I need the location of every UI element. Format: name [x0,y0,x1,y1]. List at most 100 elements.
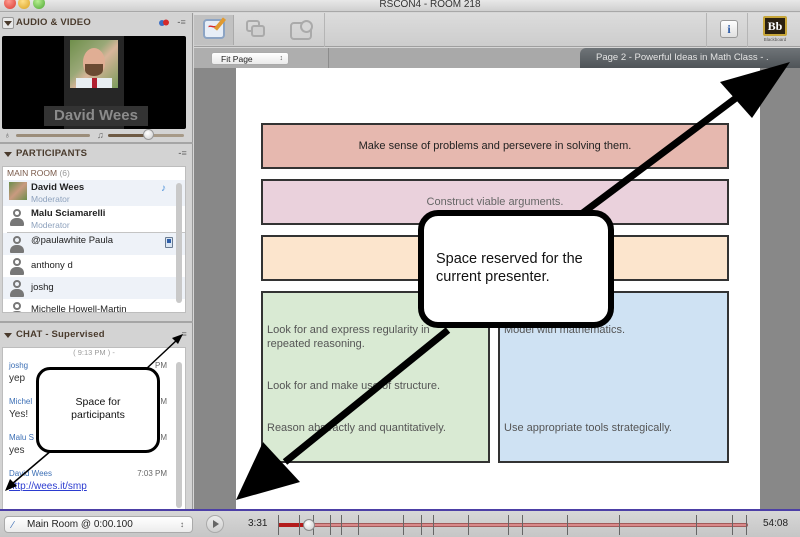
collapse-toggle[interactable] [2,17,14,29]
end-time: 54:08 [763,518,789,529]
timeline-track[interactable] [278,523,748,527]
user-icon [10,302,24,312]
practice-text: Look for and express regularity in [267,324,430,336]
blackboard-label: Blackboard [763,37,787,42]
microphone-icon: ♁ [4,130,11,140]
panel-menu-icon[interactable]: ≡ [182,330,187,339]
audio-video-header[interactable]: AUDIO & VIDEO -≡ [0,13,192,33]
practice-text: repeated reasoning. [267,338,365,350]
practice-text: Reason abstractly and quantitatively. [267,422,446,434]
participant-role: Moderator [31,220,70,230]
timeline-marker[interactable] [421,515,422,535]
triangle-down-icon [4,333,12,338]
chat-timestamp: 7:03 PM [137,469,167,478]
user-icon [10,258,24,276]
play-button[interactable] [206,515,224,533]
timeline-marker[interactable] [278,515,279,535]
room-label: MAIN ROOM (6) [7,168,70,178]
timeline-marker[interactable] [732,515,733,535]
timeline-marker[interactable] [403,515,404,535]
timeline-marker[interactable] [522,515,523,535]
timeline-marker[interactable] [341,515,342,535]
participant-item[interactable]: Malu Sciamarelli Moderator [3,206,185,232]
speaker-icon: ♫ [97,130,104,140]
participant-name: anthony d [31,260,73,271]
participant-item[interactable]: joshg [3,277,185,299]
blackboard-logo[interactable]: Bb [763,16,787,36]
timeline-scrubber[interactable] [302,519,315,531]
triangle-down-icon [4,21,12,26]
chat-time-separator: ( 9:13 PM ) - [73,348,115,357]
user-icon [10,280,24,298]
document-subbar: Fit Page ↕ Page 2 - Powerful Ideas in Ma… [194,48,800,68]
participant-name: Malu Sciamarelli [31,208,106,219]
timeline-marker[interactable] [567,515,568,535]
audio-video-title: AUDIO & VIDEO [16,17,91,28]
window-title: RSCON4 - ROOM 218 [379,0,481,10]
mic-level-slider[interactable] [16,134,90,137]
playback-bar: ∕ Main Room @ 0:00.100 ↕ 3:31 54:08 [0,509,800,537]
timeline-marker[interactable] [433,515,434,535]
audio-settings-icon[interactable] [158,18,170,28]
video-feed: David Wees [2,36,186,129]
participant-item[interactable]: @paulawhite Paula [3,233,185,255]
user-icon [10,236,24,254]
participant-item[interactable]: anthony d [3,255,185,277]
chat-link[interactable]: http://wees.it/smp [9,480,185,494]
zoom-select[interactable]: Fit Page ↕ [211,52,289,65]
whiteboard-button[interactable] [194,15,234,45]
chat-header[interactable]: CHAT - Supervised ≡ [0,325,193,345]
timeline-marker[interactable] [746,515,747,535]
chat-title: CHAT - Supervised [16,329,105,340]
web-tour-icon [290,20,314,40]
page-label: Page 2 - Powerful Ideas in Math Class - … [580,48,800,68]
timeline-marker[interactable] [696,515,697,535]
pen-icon: ∕ [12,520,14,531]
video-name-label: David Wees [44,106,148,126]
timeline-marker[interactable] [358,515,359,535]
practice-box: Make sense of problems and persevere in … [261,123,729,169]
web-tour-button[interactable] [278,15,318,45]
room-count: (6) [59,168,70,178]
application-share-button[interactable] [234,15,274,45]
chat-message: David Wees 7:03 PM http://wees.it/smp [3,465,185,501]
participant-photo [9,182,27,200]
panel-menu-icon[interactable]: -≡ [177,18,186,27]
participants-callout: Space for participants [36,367,160,453]
participant-role: Moderator [31,194,70,204]
chat-timestamp: M [160,433,167,442]
participants-scrollbar[interactable] [176,183,182,303]
participant-item[interactable]: Michelle Howell-Martin [3,299,185,313]
current-time: 3:31 [248,518,268,529]
microphone-active-icon: ♪ [161,183,166,194]
mobile-device-icon [165,237,173,248]
info-button[interactable]: i [720,20,738,38]
presenter-callout: Space reserved for the current presenter… [418,210,614,328]
timeline-marker[interactable] [299,515,300,535]
timeline-marker[interactable] [619,515,620,535]
timeline-marker[interactable] [468,515,469,535]
timeline-marker[interactable] [508,515,509,535]
updown-icon: ↕ [180,520,184,529]
participant-item[interactable]: David Wees Moderator ♪ [3,180,185,206]
participant-name: Michelle Howell-Martin [31,304,127,313]
speaker-volume-knob[interactable] [142,129,154,140]
timeline-marker[interactable] [330,515,331,535]
participants-header[interactable]: PARTICIPANTS -≡ [0,144,193,164]
triangle-down-icon [4,152,12,157]
application-share-icon [246,20,266,38]
panel-menu-icon[interactable]: -≡ [178,149,187,158]
participant-name: joshg [31,282,54,293]
chat-timestamp: PM [155,361,167,370]
room-select[interactable]: ∕ Main Room @ 0:00.100 ↕ [4,516,193,533]
content-toolbar: i Bb Blackboard [194,13,800,47]
panel-divider [0,321,193,323]
participants-title: PARTICIPANTS [16,148,88,159]
participants-list: MAIN ROOM (6) David Wees Moderator ♪ Mal… [2,166,186,313]
chat-scrollbar[interactable] [176,362,182,508]
playback-timeline[interactable] [278,515,750,535]
title-bar: RSCON4 - ROOM 218 [0,0,800,12]
practice-text: Use appropriate tools strategically. [504,422,672,434]
updown-icon: ↕ [279,55,284,62]
chat-timestamp: M [160,397,167,406]
